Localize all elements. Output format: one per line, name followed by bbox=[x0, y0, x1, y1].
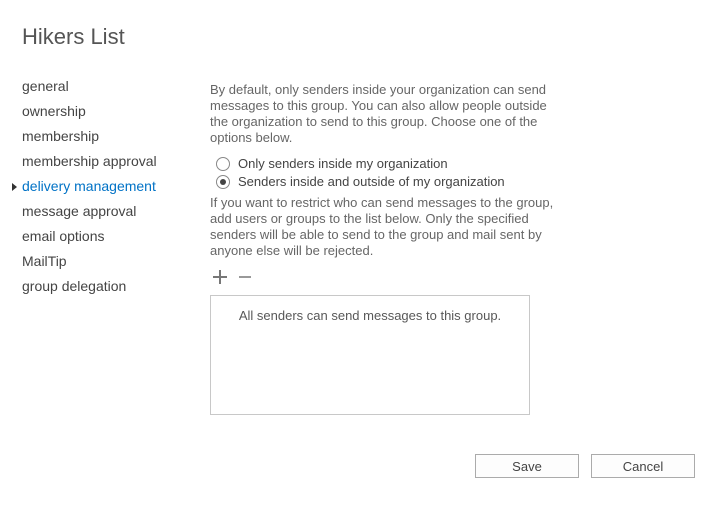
cancel-button[interactable]: Cancel bbox=[591, 454, 695, 478]
radio-option-both[interactable]: Senders inside and outside of my organiz… bbox=[216, 174, 560, 189]
radio-label: Only senders inside my organization bbox=[238, 156, 448, 171]
sidebar-item-email-options[interactable]: email options bbox=[22, 224, 200, 249]
page-title: Hikers List bbox=[22, 24, 707, 50]
sidebar-item-ownership[interactable]: ownership bbox=[22, 99, 200, 124]
allowed-senders-listbox[interactable]: All senders can send messages to this gr… bbox=[210, 295, 530, 415]
listbox-placeholder: All senders can send messages to this gr… bbox=[239, 308, 501, 323]
sidebar-item-mailtip[interactable]: MailTip bbox=[22, 249, 200, 274]
radio-option-inside[interactable]: Only senders inside my organization bbox=[216, 156, 560, 171]
plus-icon bbox=[212, 269, 228, 285]
radio-icon bbox=[216, 157, 230, 171]
restrict-text: If you want to restrict who can send mes… bbox=[210, 195, 560, 259]
minus-icon bbox=[238, 270, 252, 284]
sidebar-item-membership-approval[interactable]: membership approval bbox=[22, 149, 200, 174]
sidebar-item-membership[interactable]: membership bbox=[22, 124, 200, 149]
sidebar: general ownership membership membership … bbox=[22, 74, 200, 299]
remove-sender-button[interactable] bbox=[238, 270, 252, 284]
sidebar-item-message-approval[interactable]: message approval bbox=[22, 199, 200, 224]
sidebar-item-delivery-management[interactable]: delivery management bbox=[22, 174, 200, 199]
delivery-intro-text: By default, only senders inside your org… bbox=[210, 82, 560, 146]
radio-label: Senders inside and outside of my organiz… bbox=[238, 174, 505, 189]
radio-icon bbox=[216, 175, 230, 189]
add-sender-button[interactable] bbox=[212, 269, 228, 285]
sidebar-item-group-delegation[interactable]: group delegation bbox=[22, 274, 200, 299]
save-button[interactable]: Save bbox=[475, 454, 579, 478]
sidebar-item-general[interactable]: general bbox=[22, 74, 200, 99]
